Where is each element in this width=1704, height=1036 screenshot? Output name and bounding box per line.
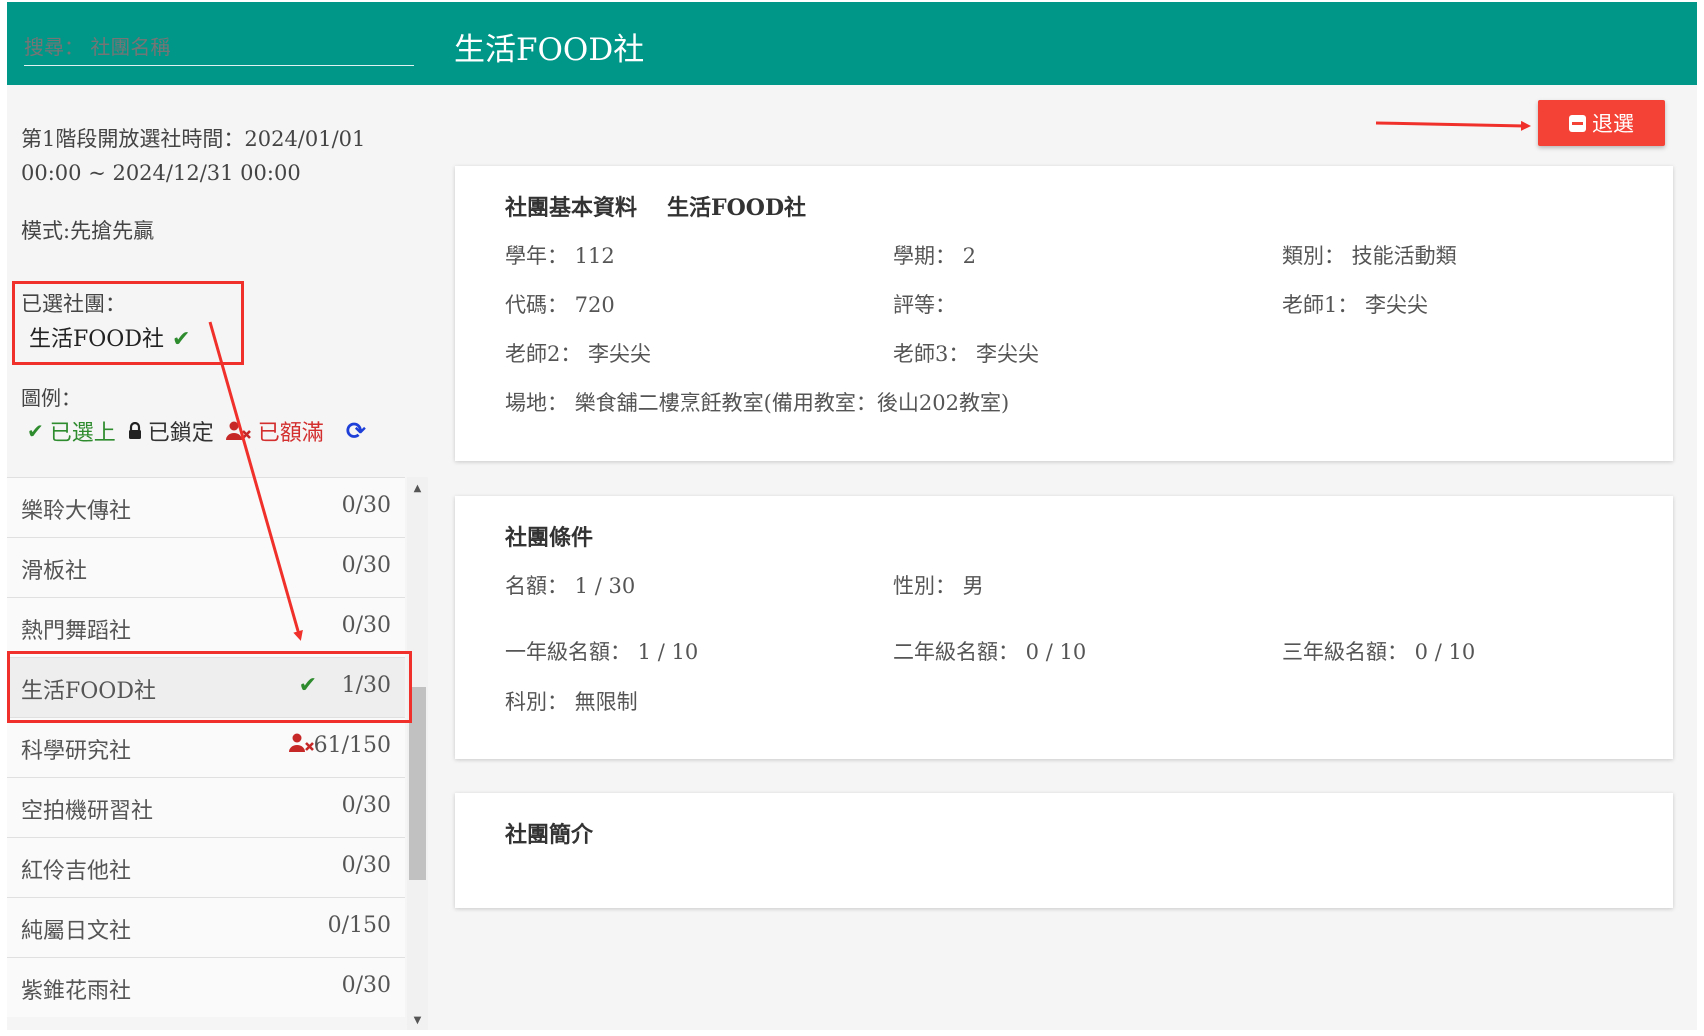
club-name: 樂聆大傳社 [21, 499, 132, 524]
basic-info-club-name: 生活FOOD社 [667, 195, 807, 221]
club-count: 0/30 [341, 553, 391, 578]
conditions-card: 社團條件 名額： 1 / 30 性別： 男 一年級名額： 1 / 10 二年級名… [455, 496, 1673, 759]
field-department: 科別： 無限制 [505, 690, 638, 714]
legend-label: 圖例： [21, 386, 81, 410]
intro-card: 社團簡介 [455, 793, 1673, 908]
club-name: 滑板社 [21, 559, 88, 584]
club-count: 61/150 [313, 733, 391, 758]
club-count: 0/30 [341, 973, 391, 998]
check-icon: ✔ [298, 673, 317, 698]
legend-selected-label: 已選上 [49, 421, 116, 446]
legend-selected: ✔ 已選上 [27, 415, 116, 447]
club-list-item[interactable]: 純屬日文社 0/150 [7, 897, 405, 957]
club-name: 紫錐花雨社 [21, 979, 132, 1004]
phase-time-text: 第1階段開放選社時間：2024/01/01 00:00 ~ 2024/12/31… [21, 127, 366, 185]
field-teacher2: 老師2： 李尖尖 [505, 342, 652, 366]
basic-info-heading: 社團基本資料 [505, 195, 638, 221]
search-input[interactable] [24, 30, 414, 64]
scroll-thumb[interactable] [409, 687, 426, 880]
basic-info-card: 社團基本資料 生活FOOD社 學年： 112 學期： 2 類別： 技能活動類 代碼… [455, 166, 1673, 461]
field-grade2-quota: 二年級名額： 0 / 10 [893, 640, 1087, 664]
conditions-title: 社團條件 [505, 525, 594, 551]
withdraw-button[interactable]: 退選 [1538, 100, 1665, 146]
club-count: 0/30 [341, 853, 391, 878]
app-root: 生活FOOD社 第1階段開放選社時間：2024/01/01 00:00 ~ 20… [0, 0, 1704, 1036]
search-field[interactable] [24, 30, 414, 66]
top-bar: 生活FOOD社 [7, 2, 1697, 85]
club-list-item[interactable]: 熱門舞蹈社 0/30 [7, 597, 405, 657]
mode-text: 模式:先搶先贏 [21, 219, 155, 243]
legend-full: 已額滿 [225, 415, 324, 447]
club-sidebar: 第1階段開放選社時間：2024/01/01 00:00 ~ 2024/12/31… [7, 85, 430, 1030]
field-teacher1: 老師1： 李尖尖 [1282, 293, 1429, 317]
club-name: 純屬日文社 [21, 919, 132, 944]
list-scrollbar[interactable]: ▲ ▼ [407, 477, 428, 1030]
check-icon: ✔ [171, 327, 191, 352]
field-venue: 場地： 樂食舖二樓烹飪教室(備用教室：後山202教室) [505, 391, 1010, 415]
minus-icon [1569, 114, 1586, 132]
legend-full-label: 已額滿 [257, 421, 324, 446]
withdraw-button-label: 退選 [1592, 112, 1634, 136]
club-count: 0/30 [341, 793, 391, 818]
user-full-icon [225, 421, 251, 440]
club-count: 0/150 [327, 913, 391, 938]
selected-club: 生活FOOD社 ✔ [29, 321, 190, 353]
check-icon: ✔ [27, 419, 44, 443]
club-list-item[interactable]: 滑板社 0/30 [7, 537, 405, 597]
club-count: 1/30 [341, 673, 391, 698]
selected-clubs-label: 已選社團： [21, 292, 126, 316]
club-list-item[interactable]: 樂聆大傳社 0/30 [7, 477, 405, 537]
club-count: 0/30 [341, 493, 391, 518]
club-count: 0/30 [341, 613, 391, 638]
page-title: 生活FOOD社 [454, 32, 645, 68]
field-quota: 名額： 1 / 30 [505, 574, 636, 598]
field-teacher3: 老師3： 李尖尖 [893, 342, 1040, 366]
refresh-icon[interactable]: ⟳ [346, 417, 366, 445]
field-category: 類別： 技能活動類 [1282, 244, 1457, 268]
legend-locked-label: 已鎖定 [147, 421, 214, 446]
club-name: 熱門舞蹈社 [21, 619, 132, 644]
club-list: 樂聆大傳社 0/30 滑板社 0/30 熱門舞蹈社 0/30 生活FOOD社 ✔ 1/30 科學研… [7, 477, 405, 1030]
lock-icon [128, 422, 141, 439]
field-code: 代碼： 720 [505, 293, 615, 317]
field-gender: 性別： 男 [893, 574, 984, 598]
field-year: 學年： 112 [505, 244, 615, 268]
club-list-item[interactable]: 紫錐花雨社 0/30 [7, 957, 405, 1017]
legend-locked: 已鎖定 [128, 415, 214, 447]
scroll-down-arrow-icon[interactable]: ▼ [407, 1015, 428, 1026]
field-semester: 學期： 2 [893, 244, 977, 268]
field-grade3-quota: 三年級名額： 0 / 10 [1282, 640, 1476, 664]
selected-club-name: 生活FOOD社 [29, 327, 164, 352]
club-name: 空拍機研習社 [21, 799, 154, 824]
club-list-item[interactable]: 紅伶吉他社 0/30 [7, 837, 405, 897]
intro-title: 社團簡介 [505, 822, 594, 848]
field-grade1-quota: 一年級名額： 1 / 10 [505, 640, 699, 664]
club-name: 紅伶吉他社 [21, 859, 132, 884]
user-full-icon [289, 733, 315, 759]
scroll-up-arrow-icon[interactable]: ▲ [407, 483, 428, 494]
basic-info-title: 社團基本資料 生活FOOD社 [505, 190, 806, 222]
club-name: 科學研究社 [21, 739, 132, 764]
field-grade: 評等： [893, 293, 956, 317]
club-list-item[interactable]: 科學研究社 61/150 [7, 717, 405, 777]
club-name: 生活FOOD社 [21, 679, 156, 704]
legend: ✔ 已選上 已鎖定 已額滿 ⟳ [27, 415, 366, 447]
club-list-item[interactable]: 生活FOOD社 ✔ 1/30 [7, 657, 405, 717]
club-list-item[interactable]: 空拍機研習社 0/30 [7, 777, 405, 837]
